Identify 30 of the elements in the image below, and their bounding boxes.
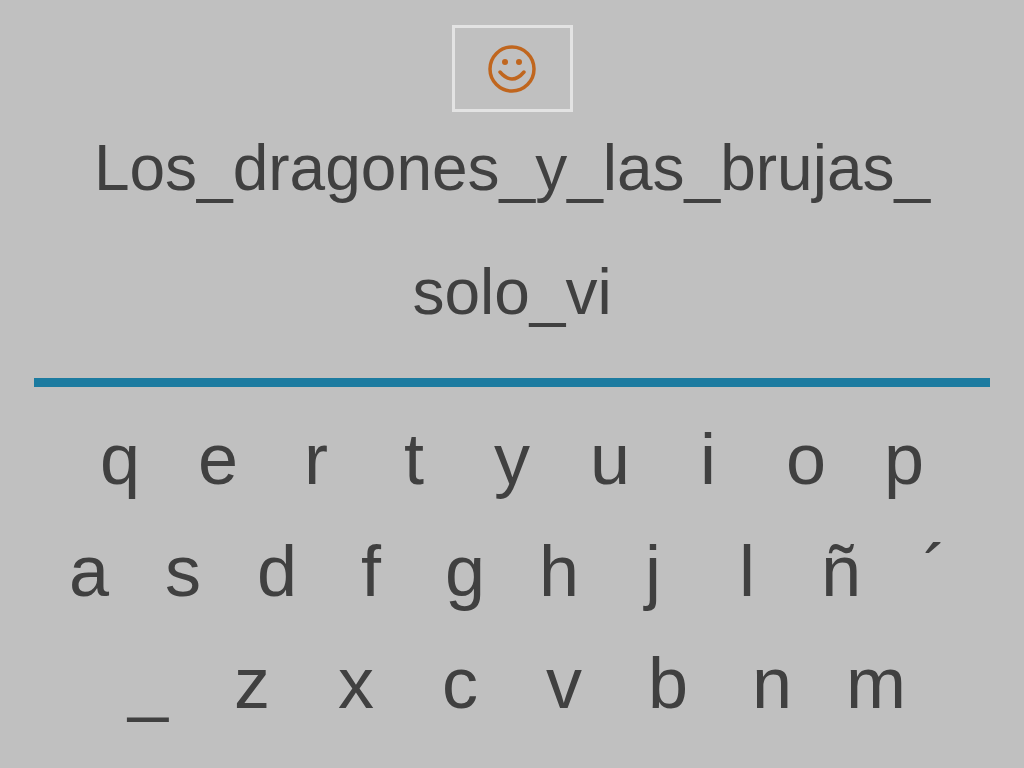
key-button[interactable]: f bbox=[324, 521, 418, 621]
key-button[interactable]: c bbox=[408, 633, 512, 733]
key-button[interactable]: s bbox=[136, 521, 230, 621]
key-button[interactable]: j bbox=[606, 521, 700, 621]
key-button[interactable]: i bbox=[659, 409, 757, 509]
key-button[interactable]: q bbox=[71, 409, 169, 509]
key-button[interactable]: a bbox=[42, 521, 136, 621]
key-button[interactable]: t bbox=[365, 409, 463, 509]
key-button[interactable]: u bbox=[561, 409, 659, 509]
key-button[interactable]: v bbox=[512, 633, 616, 733]
key-button[interactable]: n bbox=[720, 633, 824, 733]
key-button[interactable]: ´ bbox=[888, 521, 982, 621]
key-button[interactable]: r bbox=[267, 409, 365, 509]
smiley-icon bbox=[487, 43, 537, 94]
phrase-text: solo_vi bbox=[412, 255, 612, 330]
key-button[interactable]: m bbox=[824, 633, 928, 733]
key-button[interactable]: x bbox=[304, 633, 408, 733]
key-button[interactable]: d bbox=[230, 521, 324, 621]
key-button[interactable]: b bbox=[616, 633, 720, 733]
key-button[interactable]: l bbox=[700, 521, 794, 621]
key-button[interactable]: ñ bbox=[794, 521, 888, 621]
key-button[interactable]: z bbox=[200, 633, 304, 733]
key-button[interactable]: e bbox=[169, 409, 267, 509]
key-button[interactable]: p bbox=[855, 409, 953, 509]
key-button[interactable]: h bbox=[512, 521, 606, 621]
key-button[interactable]: o bbox=[757, 409, 855, 509]
phrase-text: Los_dragones_y_las_brujas_ bbox=[93, 131, 931, 206]
key-button[interactable]: _ bbox=[96, 633, 200, 733]
key-button[interactable]: g bbox=[418, 521, 512, 621]
key-button[interactable]: y bbox=[463, 409, 561, 509]
